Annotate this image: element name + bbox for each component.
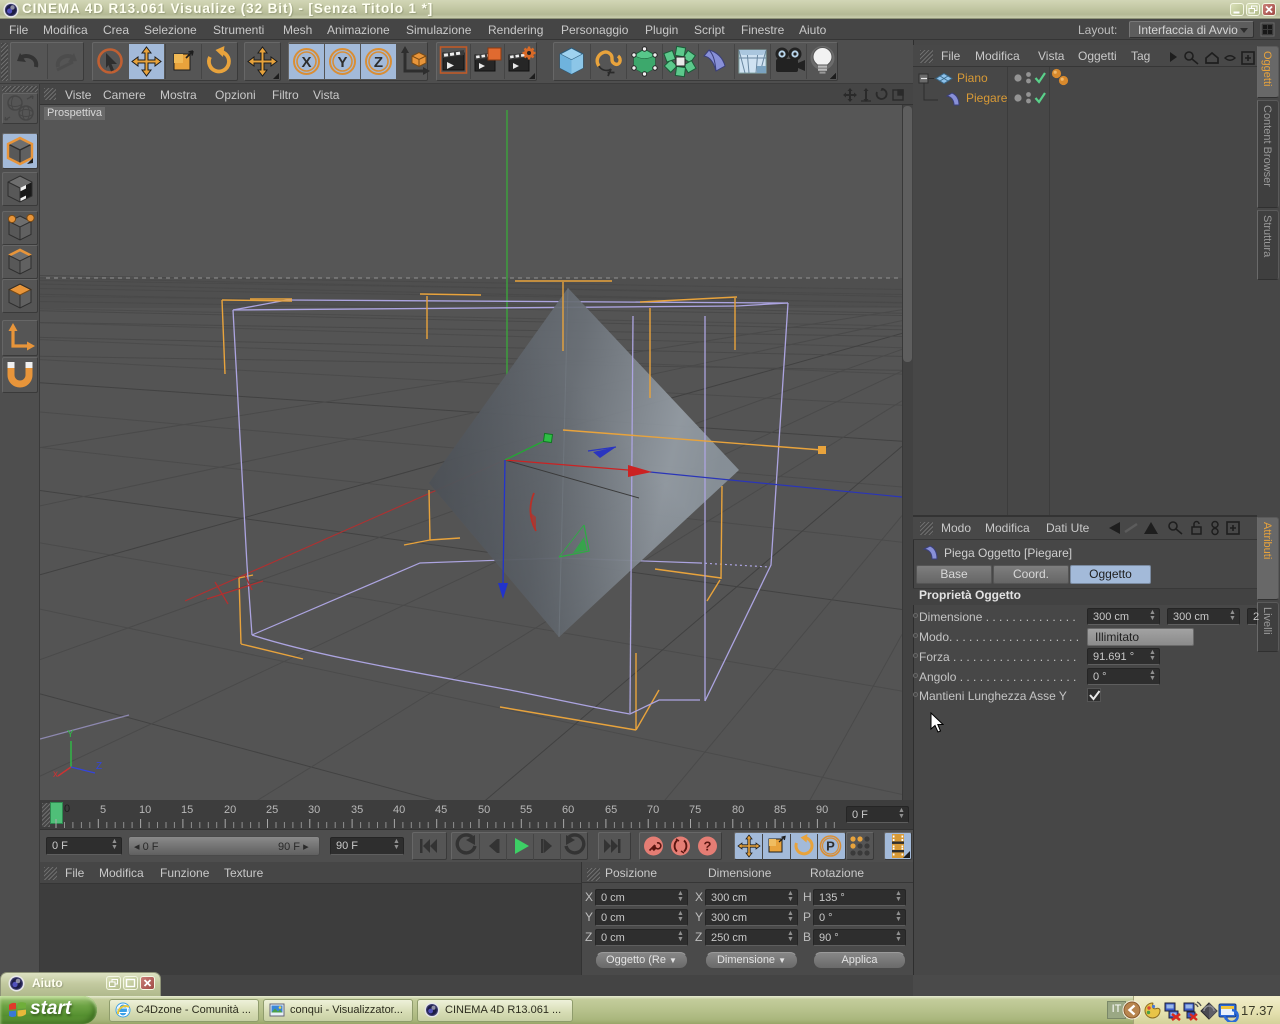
svg-text:P: P [826,839,835,854]
svg-text:40: 40 [393,804,405,816]
svg-text:x: x [53,769,58,780]
svg-text:30: 30 [308,804,320,816]
svg-text:65: 65 [605,804,617,816]
svg-text:5: 5 [100,804,106,816]
svg-text:45: 45 [435,804,447,816]
svg-text:60: 60 [562,804,574,816]
svg-text:85: 85 [774,804,786,816]
svg-text:55: 55 [520,804,532,816]
svg-text:?: ? [704,839,712,854]
svg-text:70: 70 [647,804,659,816]
svg-text:Y: Y [67,729,74,740]
svg-text:Z: Z [374,54,383,71]
svg-text:75: 75 [689,804,701,816]
svg-text:Z: Z [96,761,102,772]
svg-text:50: 50 [478,804,490,816]
svg-text:15: 15 [181,804,193,816]
svg-text:90: 90 [816,804,828,816]
svg-text:20: 20 [224,804,236,816]
svg-text:10: 10 [139,804,151,816]
svg-text:Y: Y [337,54,347,71]
svg-text:35: 35 [351,804,363,816]
svg-text:80: 80 [732,804,744,816]
svg-text:25: 25 [266,804,278,816]
svg-text:X: X [301,54,311,71]
